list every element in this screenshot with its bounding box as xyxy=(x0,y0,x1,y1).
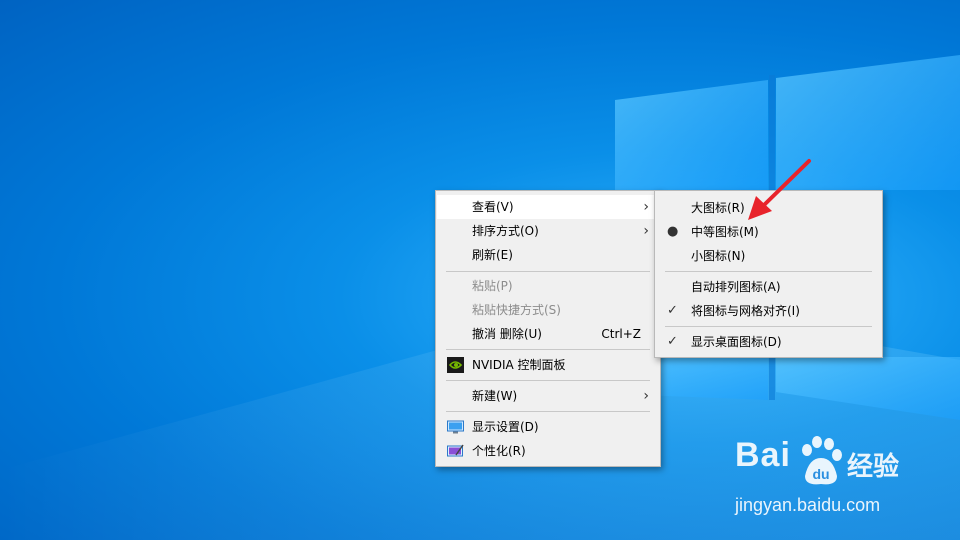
menu-item-personalize[interactable]: 个性化(R) xyxy=(437,439,659,463)
chevron-right-icon: › xyxy=(643,223,649,239)
menu-item-label: 显示设置(D) xyxy=(472,420,539,434)
menu-item-label: 粘贴快捷方式(S) xyxy=(472,303,561,317)
radio-bullet-icon: ● xyxy=(667,224,679,239)
menu-item-label: 自动排列图标(A) xyxy=(691,280,781,294)
menu-item-view[interactable]: 查看(V) › xyxy=(437,195,659,219)
menu-item-refresh[interactable]: 刷新(E) xyxy=(437,243,659,267)
menu-item-label: NVIDIA 控制面板 xyxy=(472,358,566,372)
menu-item-paste-shortcut[interactable]: 粘贴快捷方式(S) xyxy=(437,298,659,322)
submenu-item-small-icons[interactable]: 小图标(N) xyxy=(656,244,881,268)
annotation-arrow-icon xyxy=(748,159,811,220)
chevron-right-icon: › xyxy=(643,199,649,215)
baidu-paw-logo: du xyxy=(802,436,842,485)
watermark-url: jingyan.baidu.com xyxy=(735,495,881,515)
menu-item-label: 刷新(E) xyxy=(472,248,513,262)
menu-item-label: 粘贴(P) xyxy=(472,279,513,293)
check-icon: ✓ xyxy=(667,334,678,349)
watermark-brand: Bai xyxy=(735,436,791,474)
menu-separator xyxy=(665,326,872,327)
menu-item-label: 新建(W) xyxy=(472,389,518,403)
personalize-icon xyxy=(447,444,464,457)
menu-item-sort-by[interactable]: 排序方式(O) › xyxy=(437,219,659,243)
menu-item-label: 个性化(R) xyxy=(472,444,526,458)
submenu-item-show-desktop-icons[interactable]: ✓ 显示桌面图标(D) xyxy=(656,330,881,354)
menu-item-label: 将图标与网格对齐(I) xyxy=(691,304,800,318)
menu-separator xyxy=(665,271,872,272)
chevron-right-icon: › xyxy=(643,388,649,404)
menu-separator xyxy=(446,349,650,350)
menu-item-shortcut: Ctrl+Z xyxy=(601,327,641,341)
watermark-brand-suffix: 经验 xyxy=(847,452,900,482)
menu-item-label: 小图标(N) xyxy=(691,249,746,263)
menu-separator xyxy=(446,380,650,381)
menu-separator xyxy=(446,411,650,412)
check-icon: ✓ xyxy=(667,303,678,318)
nvidia-icon xyxy=(447,357,464,373)
menu-item-new[interactable]: 新建(W) › xyxy=(437,384,659,408)
baidu-jingyan-watermark: Bai du 经验 jingyan.baidu.com xyxy=(735,436,915,520)
submenu-item-align-to-grid[interactable]: ✓ 将图标与网格对齐(I) xyxy=(656,299,881,323)
submenu-item-auto-arrange[interactable]: 自动排列图标(A) xyxy=(656,275,881,299)
menu-item-undo-delete[interactable]: 撤消 删除(U) Ctrl+Z xyxy=(437,322,659,346)
desktop-context-menu: 查看(V) › 排序方式(O) › 刷新(E) 粘贴(P) 粘贴快捷方式(S) … xyxy=(435,190,661,467)
menu-item-paste[interactable]: 粘贴(P) xyxy=(437,274,659,298)
menu-item-label: 大图标(R) xyxy=(691,201,745,215)
svg-text:du: du xyxy=(812,466,829,482)
menu-item-display-settings[interactable]: 显示设置(D) xyxy=(437,415,659,439)
menu-item-nvidia-control-panel[interactable]: NVIDIA 控制面板 xyxy=(437,353,659,377)
menu-separator xyxy=(446,271,650,272)
menu-item-label: 排序方式(O) xyxy=(472,224,539,238)
display-icon xyxy=(447,420,464,434)
menu-item-label: 查看(V) xyxy=(472,200,514,214)
menu-item-label: 显示桌面图标(D) xyxy=(691,335,782,349)
menu-item-label: 撤消 删除(U) xyxy=(472,327,542,341)
